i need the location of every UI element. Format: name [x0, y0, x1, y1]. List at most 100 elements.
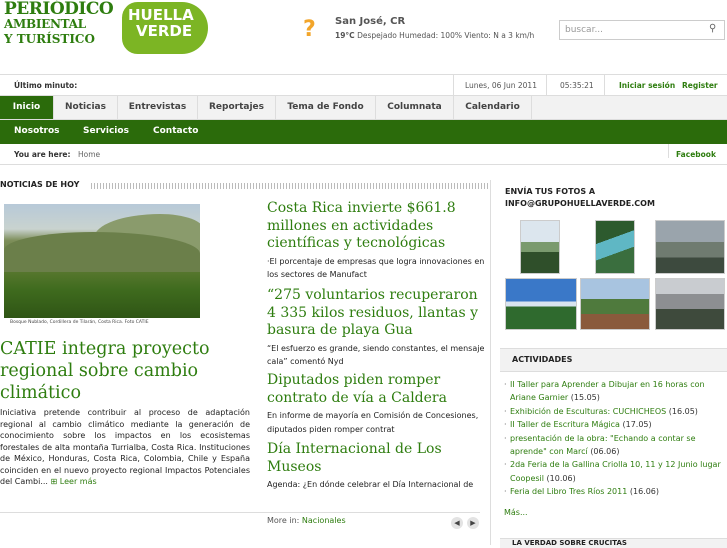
section-title: NOTICIAS DE HOY: [0, 180, 80, 189]
secondary-nav: Nosotros Servicios Contacto: [0, 120, 727, 144]
photo-caption: Bosque Nublado, Cordillera de Tilarán, C…: [10, 320, 149, 325]
nav-tema-de-fondo[interactable]: Tema de Fondo: [276, 96, 376, 119]
more-in-label: More in:: [267, 516, 300, 525]
more-activities-link[interactable]: Más...: [504, 508, 528, 517]
activity-text: Exhibición de Esculturas: CUCHICHEOS: [510, 406, 667, 416]
article-title[interactable]: “275 voluntarios recuperaron 4 335 kilos…: [267, 287, 485, 340]
badge-line1: HUELLA: [128, 6, 194, 24]
featured-article-body: Iniciativa pretende contribuir al proces…: [0, 407, 250, 488]
activity-date: (10.06): [546, 473, 576, 483]
magnifier-icon[interactable]: ⚲: [709, 23, 716, 34]
read-more-icon: ⊞: [50, 477, 58, 486]
activity-date: (17.05): [622, 420, 652, 430]
activity-date: (15.05): [570, 393, 600, 403]
activity-date: (16.06): [629, 487, 660, 497]
weather-details: Despejado Humedad: 100% Viento: N a 3 km…: [357, 31, 535, 40]
nav-inicio[interactable]: Inicio: [0, 96, 54, 119]
column-divider: [490, 180, 491, 545]
article-summary: ·El porcentaje de empresas que logra inn…: [267, 256, 485, 280]
divider: [453, 75, 454, 95]
breadcrumb-label: You are here:: [14, 150, 71, 159]
divider: [0, 512, 480, 513]
fotos-title: ENVÍA TUS FOTOS A INFO@GRUPOHUELLAVERDE.…: [505, 187, 655, 208]
photo-thumbnail[interactable]: [580, 278, 650, 330]
read-more-link[interactable]: ⊞ Leer más: [51, 477, 97, 486]
list-item[interactable]: II Taller para Aprender a Dibujar en 16 …: [504, 378, 726, 405]
nav-entrevistas[interactable]: Entrevistas: [118, 96, 198, 119]
logo-line2: AMBIENTAL: [4, 17, 86, 31]
activity-date: (16.05): [668, 406, 698, 416]
search-input[interactable]: buscar...: [559, 20, 725, 40]
divider: [546, 75, 547, 95]
list-item[interactable]: Feria del Libro Tres Ríos 2011 (16.06): [504, 485, 726, 499]
article-title[interactable]: Diputados piden romper contrato de vía a…: [267, 372, 485, 407]
site-logo[interactable]: PERIÓDICO AMBIENTAL Y TURÍSTICO HUELLA V…: [4, 0, 210, 58]
logo-text: PERIÓDICO AMBIENTAL Y TURÍSTICO: [4, 0, 114, 47]
featured-article-text: Iniciativa pretende contribuir al proces…: [0, 408, 250, 486]
more-in: More in: Nacionales: [267, 516, 346, 525]
breadcrumb-home[interactable]: Home: [78, 150, 100, 159]
list-item[interactable]: presentación de la obra: "Echando a cont…: [504, 432, 726, 459]
article-summary: Agenda: ¿En dónde celebrar el Día Intern…: [267, 480, 474, 489]
featured-article-title[interactable]: CATIE integra proyecto regional sobre ca…: [0, 338, 222, 404]
article-item: Costa Rica invierte $661.8 millones en a…: [267, 200, 485, 282]
divider: [604, 75, 605, 95]
activity-text: Feria del Libro Tres Ríos 2011: [510, 487, 628, 497]
more-in-link[interactable]: Nacionales: [302, 516, 346, 525]
featured-photo[interactable]: [4, 204, 200, 318]
divider: [668, 144, 669, 158]
list-item[interactable]: Exhibición de Esculturas: CUCHICHEOS (16…: [504, 405, 726, 419]
nav-noticias[interactable]: Noticias: [54, 96, 118, 119]
huella-verde-badge: HUELLA VERDE: [122, 2, 208, 54]
nav-servicios[interactable]: Servicios: [83, 120, 129, 144]
register-link[interactable]: Register: [682, 81, 718, 90]
breadcrumb: You are here: Home Facebook: [0, 144, 727, 165]
photo-thumbnail[interactable]: [655, 220, 725, 274]
current-time: 05:35:21: [560, 81, 594, 90]
logo-line3: Y TURÍSTICO: [4, 32, 95, 46]
login-link[interactable]: Iniciar sesión: [619, 81, 675, 90]
dotted-rule: [91, 183, 489, 189]
activity-text: II Taller de Escritura Mágica: [510, 420, 620, 430]
photo-thumbnail[interactable]: [595, 220, 635, 274]
article-summary: En informe de mayoría en Comisión de Con…: [267, 411, 479, 434]
site-header: PERIÓDICO AMBIENTAL Y TURÍSTICO HUELLA V…: [0, 0, 727, 74]
badge-line2: VERDE: [136, 22, 193, 40]
article-item: “275 voluntarios recuperaron 4 335 kilos…: [267, 287, 485, 369]
facebook-link[interactable]: Facebook: [676, 150, 716, 159]
article-summary: “El esfuerzo es grande, siendo constante…: [267, 343, 485, 367]
activity-date: (06.06): [590, 447, 620, 457]
nav-reportajes[interactable]: Reportajes: [198, 96, 276, 119]
logo-line1: PERIÓDICO: [4, 0, 114, 19]
weather-location: San José, CR: [335, 16, 406, 27]
activities-list: II Taller para Aprender a Dibujar en 16 …: [504, 378, 726, 499]
activity-text: II Taller para Aprender a Dibujar en 16 …: [510, 380, 705, 403]
top-bar: Último minuto: Lunes, 06 Jun 2011 05:35:…: [0, 74, 727, 96]
photo-thumbnail[interactable]: [655, 278, 725, 330]
nav-calendario[interactable]: Calendario: [454, 96, 532, 119]
photo-thumbnail[interactable]: [520, 220, 560, 274]
next-arrow-icon[interactable]: ▶: [467, 517, 479, 529]
crucitas-title: LA VERDAD SOBRE CRUCITAS: [500, 538, 727, 548]
weather-conditions: 19°C Despejado Humedad: 100% Viento: N a…: [335, 31, 534, 40]
article-title[interactable]: Día Internacional de Los Museos: [267, 441, 485, 476]
article-item: Diputados piden romper contrato de vía a…: [267, 372, 485, 436]
photo-hill: [4, 232, 200, 272]
prev-arrow-icon[interactable]: ◀: [451, 517, 463, 529]
nav-columnata[interactable]: Columnata: [376, 96, 454, 119]
nav-nosotros[interactable]: Nosotros: [14, 120, 60, 144]
current-date: Lunes, 06 Jun 2011: [465, 81, 537, 90]
photo-thumbnail[interactable]: [505, 278, 577, 330]
primary-nav: Inicio Noticias Entrevistas Reportajes T…: [0, 96, 727, 120]
article-item: Día Internacional de Los Museos Agenda: …: [267, 441, 485, 492]
read-more-label: Leer más: [59, 477, 97, 486]
nav-contacto[interactable]: Contacto: [153, 120, 198, 144]
list-item[interactable]: II Taller de Escritura Mágica (17.05): [504, 418, 726, 432]
activity-text: 2da Feria de la Gallina Criolla 10, 11 y…: [510, 460, 721, 483]
ultimo-minuto-label: Último minuto:: [14, 81, 78, 90]
actividades-title: ACTIVIDADES: [500, 348, 727, 372]
question-mark-icon: ?: [303, 17, 316, 42]
article-title[interactable]: Costa Rica invierte $661.8 millones en a…: [267, 200, 485, 253]
list-item[interactable]: 2da Feria de la Gallina Criolla 10, 11 y…: [504, 458, 726, 485]
weather-temperature: 19°C: [335, 31, 355, 40]
